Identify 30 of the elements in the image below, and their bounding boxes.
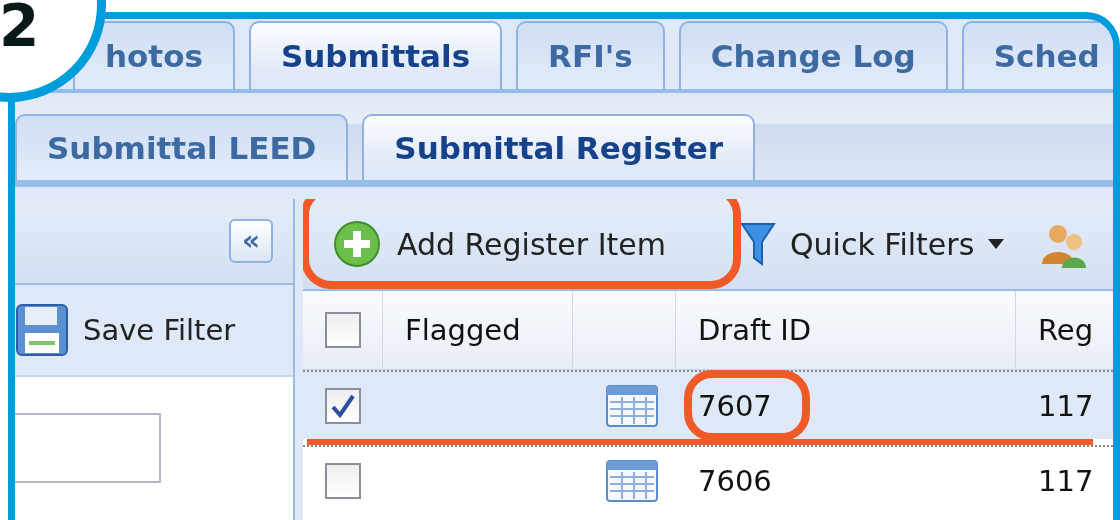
grid-row[interactable]: 7607 117 (303, 370, 1113, 439)
tab[interactable]: Sched (961, 21, 1113, 90)
add-register-item-button[interactable]: Add Register Item (303, 209, 726, 279)
checkbox[interactable] (324, 312, 361, 348)
draft-id: 7607 (698, 388, 772, 423)
check-icon (330, 392, 356, 419)
tab[interactable]: Submittal LEED (15, 114, 349, 180)
funnel-icon (739, 220, 776, 268)
checkbox[interactable] (325, 387, 361, 424)
tab[interactable]: Change Log (678, 21, 948, 90)
table-icon[interactable] (606, 459, 658, 502)
table-cell-text: 117 (1037, 387, 1095, 425)
collapse-button[interactable]: « (229, 219, 273, 263)
table-cell-text: 117 (1037, 462, 1095, 500)
column-header[interactable]: Reg (1016, 291, 1113, 369)
checkbox[interactable] (325, 462, 361, 499)
filter-field[interactable] (15, 413, 161, 483)
table-icon[interactable] (606, 384, 658, 427)
tab[interactable]: RFI's (516, 21, 665, 90)
quick-filters-button[interactable]: Quick Filters (725, 209, 1019, 279)
grid-row[interactable]: 7606 117 (303, 445, 1113, 514)
step-number: 2 (0, 0, 40, 55)
column-header[interactable]: Draft ID (676, 291, 1016, 369)
column-header[interactable]: Flagged (383, 291, 573, 369)
add-icon (333, 220, 381, 268)
tab[interactable]: Submittal Register (362, 114, 756, 180)
save-icon[interactable] (15, 303, 69, 357)
draft-id: 7606 (698, 463, 772, 498)
tab[interactable]: Submittals (248, 21, 503, 90)
tab[interactable]: hotos (73, 21, 235, 90)
